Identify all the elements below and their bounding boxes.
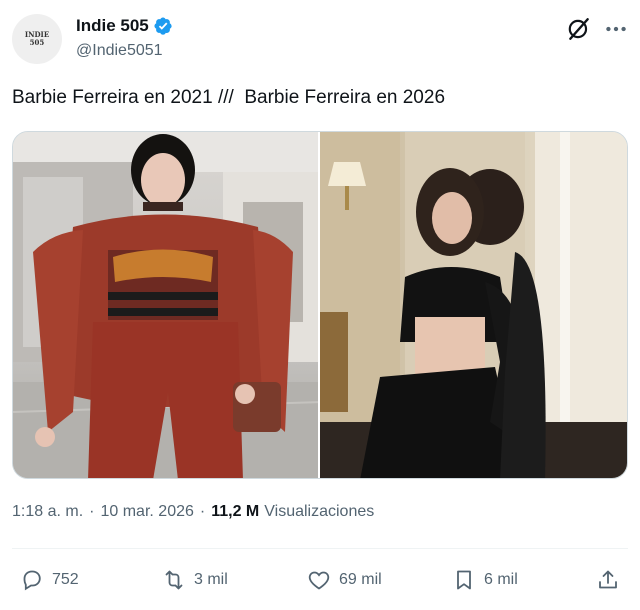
repost-count: 3 mil — [194, 571, 228, 588]
tweet-header: INDIE 505 Indie 505 @Indie5051 — [0, 0, 640, 76]
bookmark-button[interactable]: 6 mil — [452, 560, 518, 600]
name-row: Indie 505 — [76, 16, 173, 36]
verified-badge-icon — [154, 17, 172, 35]
handle[interactable]: @Indie5051 — [76, 42, 163, 60]
meta-separator: · — [89, 503, 95, 520]
bookmark-icon — [457, 570, 471, 590]
avatar-text-line2: 505 — [29, 38, 45, 47]
more-icon[interactable] — [603, 16, 629, 42]
share-icon — [599, 570, 617, 589]
hallway-scene-image — [320, 132, 627, 478]
tweet-meta: 1:18 a. m. · 10 mar. 2026 · 11,2 M Visua… — [12, 503, 374, 521]
heart-icon — [308, 571, 330, 590]
repost-icon — [165, 570, 183, 590]
grok-icon[interactable] — [566, 16, 592, 42]
tweet-text: Barbie Ferreira en 2021 /// Barbie Ferre… — [12, 87, 446, 108]
reply-count: 752 — [52, 571, 79, 588]
display-name[interactable]: Indie 505 — [76, 16, 149, 36]
bookmark-count: 6 mil — [484, 571, 518, 588]
views-label: Visualizaciones — [264, 503, 375, 520]
reply-icon — [23, 570, 41, 591]
repost-button[interactable]: 3 mil — [162, 560, 228, 600]
tweet-date[interactable]: 10 mar. 2026 — [100, 503, 193, 521]
barbie-2026-photo[interactable] — [320, 132, 627, 478]
action-bar: 752 3 mil 69 mil 6 mil — [0, 560, 640, 600]
share-button[interactable] — [596, 560, 628, 600]
like-count: 69 mil — [339, 571, 382, 588]
meta-separator-2: · — [199, 503, 206, 520]
like-button[interactable]: 69 mil — [307, 560, 382, 600]
tweet-time[interactable]: 1:18 a. m. — [12, 503, 83, 521]
avatar[interactable]: INDIE 505 — [12, 14, 62, 64]
reply-button[interactable]: 752 — [20, 560, 79, 600]
media-grid — [12, 131, 628, 479]
mall-scene-image — [13, 132, 318, 478]
views-count: 11,2 M — [211, 503, 260, 520]
divider — [12, 548, 628, 549]
barbie-2021-photo[interactable] — [13, 132, 320, 478]
